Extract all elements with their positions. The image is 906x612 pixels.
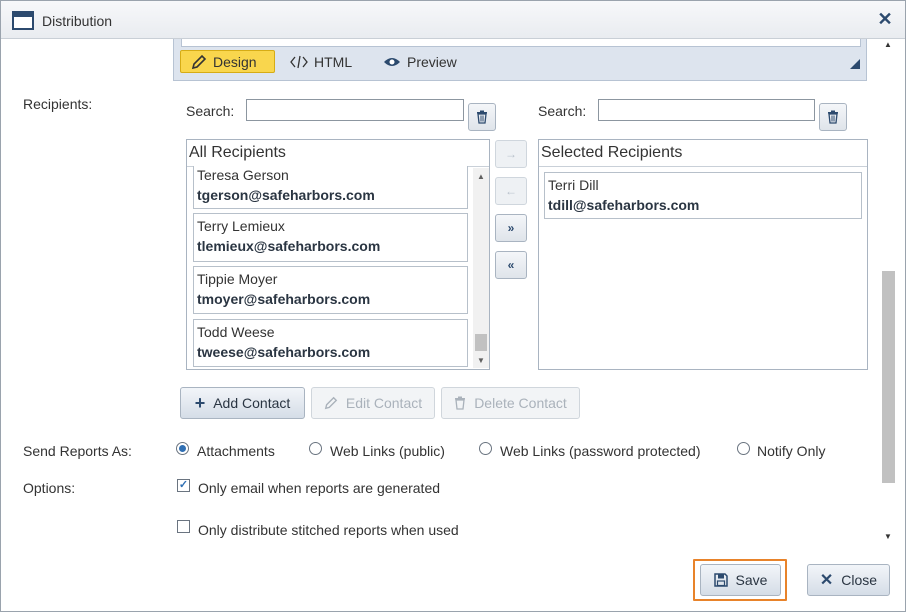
resize-handle-icon[interactable] (850, 59, 860, 69)
all-recipients-header: All Recipients (187, 140, 489, 167)
close-icon: ✕ (819, 572, 834, 589)
save-icon (713, 573, 728, 587)
dialog-scrollbar[interactable]: ▲ ▼ (880, 39, 896, 547)
close-button[interactable]: ✕ Close (807, 564, 890, 596)
list-item[interactable]: Todd Weese tweese@safeharbors.com (193, 319, 468, 367)
edit-contact-label: Edit Contact (345, 395, 423, 411)
only-email-checkbox[interactable]: ✓ (177, 479, 190, 492)
contact-email: tdill@safeharbors.com (548, 197, 700, 213)
move-left-button[interactable]: ← (495, 177, 527, 205)
scroll-up-icon[interactable]: ▲ (476, 172, 486, 181)
distribution-dialog: Distribution ✕ Design HTML Preview Recip… (0, 0, 906, 612)
contact-email: tweese@safeharbors.com (197, 344, 371, 360)
web-links-password-radio[interactable] (479, 442, 492, 455)
delete-contact-button[interactable]: Delete Contact (441, 387, 580, 419)
attachments-label[interactable]: Attachments (197, 443, 275, 459)
contact-name: Tippie Moyer (197, 271, 278, 287)
scroll-up-icon[interactable]: ▲ (884, 41, 892, 49)
move-all-right-button[interactable]: » (495, 214, 527, 242)
only-stitched-label[interactable]: Only distribute stitched reports when us… (198, 522, 459, 538)
notify-only-radio[interactable] (737, 442, 750, 455)
pencil-icon (191, 54, 207, 69)
options-label: Options: (23, 480, 76, 496)
pencil-icon (324, 396, 338, 410)
design-mode-button[interactable]: Design (180, 50, 275, 73)
design-mode-label: Design (213, 53, 257, 70)
list-item[interactable]: Teresa Gerson tgerson@safeharbors.com (193, 166, 468, 209)
html-mode-label: HTML (314, 53, 353, 70)
html-mode-button[interactable]: HTML (280, 50, 370, 73)
recipients-label: Recipients: (23, 96, 93, 112)
all-recipients-scrollbar[interactable]: ▲ ▼ (473, 168, 489, 368)
clear-selected-search-button[interactable] (819, 103, 847, 131)
preview-mode-label: Preview (407, 53, 457, 70)
notify-only-label[interactable]: Notify Only (757, 443, 825, 459)
eye-icon (384, 57, 400, 66)
trash-icon (477, 110, 487, 124)
list-item[interactable]: Tippie Moyer tmoyer@safeharbors.com (193, 266, 468, 314)
add-contact-label: Add Contact (213, 395, 291, 411)
contact-email: tgerson@safeharbors.com (197, 187, 375, 203)
list-item[interactable]: Terry Lemieux tlemieux@safeharbors.com (193, 213, 468, 262)
save-button[interactable]: Save (700, 564, 781, 596)
all-search-input[interactable] (246, 99, 464, 121)
preview-mode-button[interactable]: Preview (373, 50, 473, 73)
plus-icon: + (194, 392, 206, 413)
selected-search-input[interactable] (598, 99, 815, 121)
close-label: Close (841, 572, 878, 588)
contact-email: tlemieux@safeharbors.com (197, 238, 381, 254)
titlebar: Distribution ✕ (1, 1, 905, 39)
close-icon[interactable]: ✕ (877, 10, 893, 28)
selected-recipients-header: Selected Recipients (539, 140, 867, 167)
save-label: Save (735, 572, 768, 588)
all-search-label: Search: (186, 103, 235, 119)
scroll-down-icon[interactable]: ▼ (884, 533, 892, 541)
selected-recipients-list[interactable]: Selected Recipients Terri Dill tdill@saf… (538, 139, 868, 370)
trash-icon (828, 110, 838, 124)
edit-contact-button[interactable]: Edit Contact (311, 387, 435, 419)
delete-contact-label: Delete Contact (474, 395, 567, 411)
dialog-title: Distribution (42, 13, 113, 29)
trash-icon (455, 396, 466, 410)
move-all-left-button[interactable]: « (495, 251, 527, 279)
attachments-radio[interactable] (176, 442, 189, 455)
web-links-password-label[interactable]: Web Links (password protected) (500, 443, 701, 459)
send-reports-label: Send Reports As: (23, 443, 132, 459)
web-links-public-radio[interactable] (309, 442, 322, 455)
contact-email: tmoyer@safeharbors.com (197, 291, 371, 307)
contact-name: Todd Weese (197, 324, 275, 340)
only-stitched-checkbox[interactable] (177, 520, 190, 533)
clear-all-search-button[interactable] (468, 103, 496, 131)
window-icon (12, 11, 34, 30)
selected-search-label: Search: (538, 103, 587, 119)
add-contact-button[interactable]: + Add Contact (180, 387, 305, 419)
list-item[interactable]: Terri Dill tdill@safeharbors.com (544, 172, 862, 219)
code-icon (290, 55, 308, 68)
only-email-label[interactable]: Only email when reports are generated (198, 480, 440, 496)
scroll-down-icon[interactable]: ▼ (476, 356, 486, 365)
contact-name: Terri Dill (548, 177, 599, 193)
contact-name: Teresa Gerson (197, 167, 289, 183)
editor-body[interactable] (181, 39, 861, 47)
move-right-button[interactable]: → (495, 140, 527, 168)
all-recipients-list[interactable]: All Recipients Teresa Gerson tgerson@saf… (186, 139, 490, 370)
web-links-public-label[interactable]: Web Links (public) (330, 443, 445, 459)
scroll-thumb[interactable] (882, 271, 895, 483)
scroll-thumb[interactable] (475, 334, 487, 351)
contact-name: Terry Lemieux (197, 218, 285, 234)
